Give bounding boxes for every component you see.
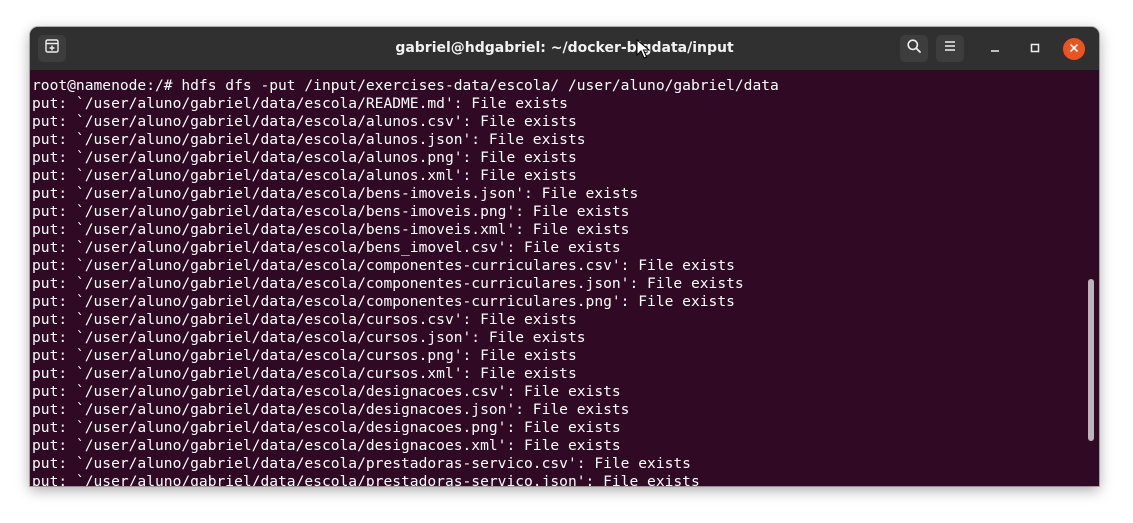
maximize-button[interactable] xyxy=(1024,38,1046,60)
terminal-line: put: `/user/aluno/gabriel/data/escola/cu… xyxy=(32,329,586,346)
terminal-line: put: `/user/aluno/gabriel/data/escola/al… xyxy=(32,131,586,148)
terminal-line: put: `/user/aluno/gabriel/data/escola/de… xyxy=(32,437,621,454)
terminal-line: put: `/user/aluno/gabriel/data/escola/de… xyxy=(32,401,630,418)
terminal-line: put: `/user/aluno/gabriel/data/escola/co… xyxy=(32,275,744,292)
terminal-line: put: `/user/aluno/gabriel/data/escola/pr… xyxy=(32,473,700,486)
terminal-line: put: `/user/aluno/gabriel/data/escola/al… xyxy=(32,149,577,166)
terminal-output[interactable]: root@namenode:/# hdfs dfs -put /input/ex… xyxy=(30,70,1099,486)
terminal-line: put: `/user/aluno/gabriel/data/escola/co… xyxy=(32,293,735,310)
close-button[interactable] xyxy=(1063,38,1085,60)
terminal-line: put: `/user/aluno/gabriel/data/escola/cu… xyxy=(32,311,577,328)
terminal-line: put: `/user/aluno/gabriel/data/escola/be… xyxy=(32,203,630,220)
terminal-line: put: `/user/aluno/gabriel/data/escola/be… xyxy=(32,239,621,256)
menu-button[interactable] xyxy=(936,35,964,62)
terminal-line: put: `/user/aluno/gabriel/data/escola/co… xyxy=(32,257,735,274)
terminal-line: put: `/user/aluno/gabriel/data/escola/be… xyxy=(32,185,639,202)
maximize-icon xyxy=(1030,40,1040,58)
minimize-button[interactable] xyxy=(984,38,1006,60)
mouse-pointer-icon xyxy=(636,38,651,64)
command-prompt-line: root@namenode:/# hdfs dfs -put /input/ex… xyxy=(32,77,779,94)
scrollbar-thumb[interactable] xyxy=(1088,279,1094,441)
terminal-line: put: `/user/aluno/gabriel/data/escola/al… xyxy=(32,113,577,130)
close-icon xyxy=(1069,40,1079,58)
terminal-window: gabriel@hdgabriel: ~/docker-bigdata/inpu… xyxy=(30,27,1099,486)
title-bar[interactable]: gabriel@hdgabriel: ~/docker-bigdata/inpu… xyxy=(30,27,1099,70)
search-icon xyxy=(906,38,922,59)
terminal-line: put: `/user/aluno/gabriel/data/escola/cu… xyxy=(32,347,577,364)
terminal-line: put: `/user/aluno/gabriel/data/escola/al… xyxy=(32,167,577,184)
terminal-line: put: `/user/aluno/gabriel/data/escola/de… xyxy=(32,383,621,400)
terminal-line: put: `/user/aluno/gabriel/data/escola/RE… xyxy=(32,95,568,112)
hamburger-menu-icon xyxy=(943,39,957,58)
terminal-line: put: `/user/aluno/gabriel/data/escola/cu… xyxy=(32,365,577,382)
minimize-icon xyxy=(990,40,1000,58)
terminal-line: put: `/user/aluno/gabriel/data/escola/de… xyxy=(32,419,621,436)
terminal-line: put: `/user/aluno/gabriel/data/escola/be… xyxy=(32,221,630,238)
terminal-line: put: `/user/aluno/gabriel/data/escola/pr… xyxy=(32,455,691,472)
search-button[interactable] xyxy=(900,35,928,62)
